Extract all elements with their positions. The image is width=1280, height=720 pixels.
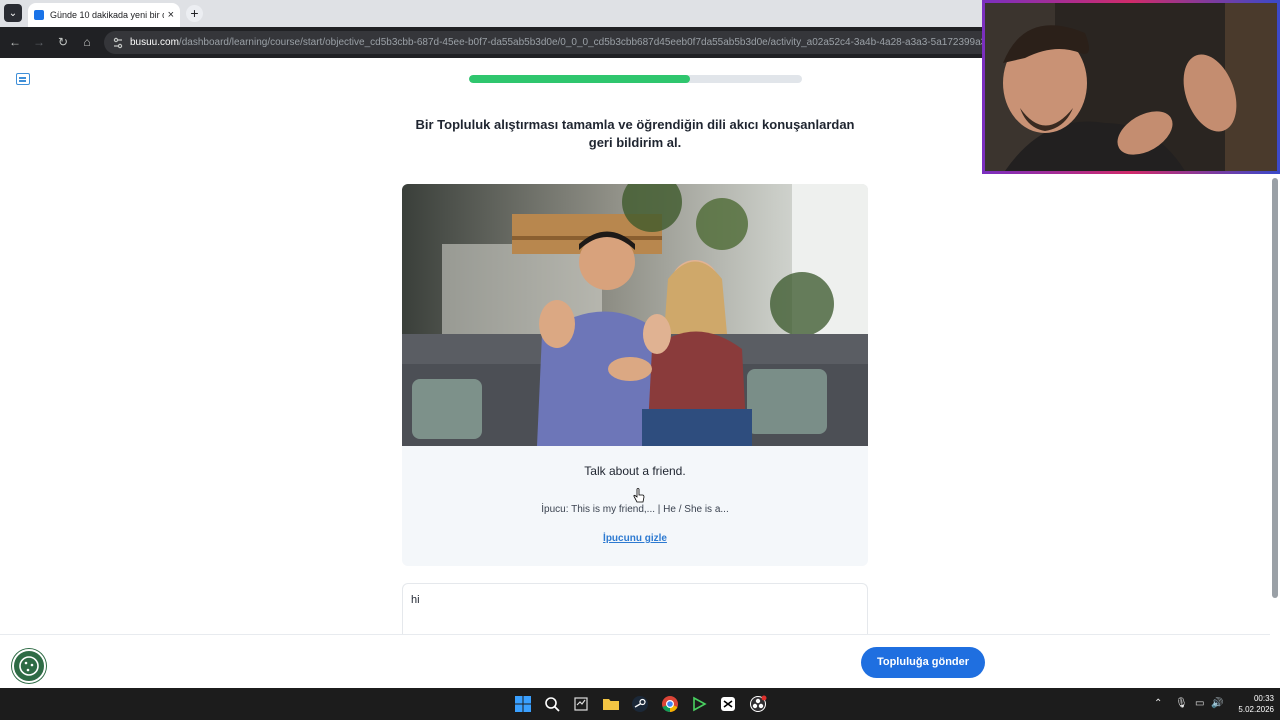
media-player-icon[interactable] xyxy=(690,695,708,713)
submit-to-community-button[interactable]: Topluluğa gönder xyxy=(861,647,985,678)
reload-icon[interactable]: ↻ xyxy=(56,35,70,49)
steam-icon[interactable] xyxy=(631,695,649,713)
network-icon[interactable]: ▭ xyxy=(1195,698,1204,709)
exercise-prompt: Talk about a friend. xyxy=(584,464,686,478)
file-explorer-icon[interactable] xyxy=(602,695,620,713)
url-host: busuu.com xyxy=(130,37,179,48)
search-icon[interactable] xyxy=(543,695,561,713)
site-info-icon[interactable] xyxy=(112,37,124,49)
home-icon[interactable]: ⌂ xyxy=(80,35,94,49)
url-path: /dashboard/learning/course/start/objecti… xyxy=(178,37,1049,48)
task-manager-icon[interactable] xyxy=(572,695,590,713)
forward-arrow-icon[interactable]: → xyxy=(32,35,46,49)
microphone-icon[interactable]: 🎙 xyxy=(1175,698,1188,709)
exercise-footer: Topluluğa gönder xyxy=(0,634,1280,688)
obs-recording-icon[interactable] xyxy=(749,695,767,713)
scrollbar-thumb[interactable] xyxy=(1272,178,1278,598)
windows-taskbar: ⌃ 🎙 ▭ 🔊 00:33 5.02.2026 xyxy=(0,688,1280,720)
exercise-photo xyxy=(402,184,868,446)
tab-title: Günde 10 dakikada yeni bir dil xyxy=(50,10,164,20)
address-bar[interactable]: busuu.com /dashboard/learning/course/sta… xyxy=(104,31,1104,54)
clock-date: 5.02.2026 xyxy=(1238,705,1274,714)
lesson-progress-fill xyxy=(469,75,691,83)
system-clock[interactable]: 00:33 5.02.2026 xyxy=(1228,693,1274,715)
busuu-favicon-icon xyxy=(34,10,44,20)
clock-time: 00:33 xyxy=(1253,694,1274,703)
browser-tab-active[interactable]: Günde 10 dakikada yeni bir dil × xyxy=(28,3,180,27)
windows-start-icon[interactable] xyxy=(514,695,532,713)
tray-overflow-chevron-icon[interactable]: ⌃ xyxy=(1154,698,1162,709)
lesson-progress-bar xyxy=(469,75,802,83)
volume-icon[interactable]: 🔊 xyxy=(1211,698,1223,709)
cookie-settings-icon[interactable] xyxy=(12,649,46,683)
exercise-instruction: Bir Topluluk alıştırması tamamla ve öğre… xyxy=(415,117,855,150)
tab-close-icon[interactable]: × xyxy=(168,9,174,21)
hide-hint-link[interactable]: İpucunu gizle xyxy=(402,533,868,544)
new-tab-button[interactable]: + xyxy=(186,5,203,22)
exercise-menu-icon[interactable] xyxy=(16,73,30,85)
webcam-overlay xyxy=(982,0,1280,174)
back-arrow-icon[interactable]: ← xyxy=(8,35,22,49)
hand-cursor-icon xyxy=(633,488,645,503)
exercise-hint: İpucu: This is my friend,... | He / She … xyxy=(541,504,729,515)
exercise-card: Talk about a friend. İpucu: This is my f… xyxy=(402,184,868,566)
tab-search-chevron-icon[interactable]: ⌄ xyxy=(4,4,22,22)
capcut-icon[interactable] xyxy=(719,695,737,713)
chrome-icon[interactable] xyxy=(661,695,679,713)
